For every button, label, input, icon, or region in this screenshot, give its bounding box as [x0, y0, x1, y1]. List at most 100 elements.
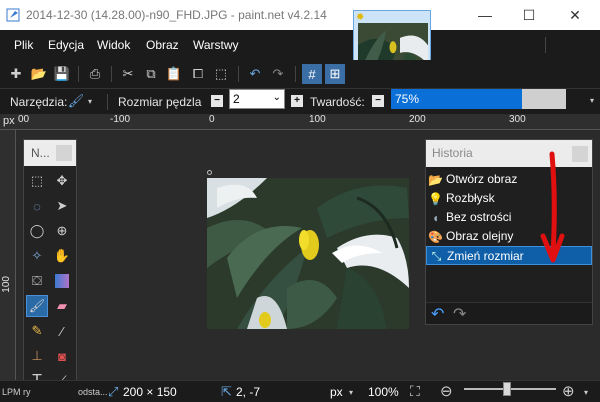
paintbrush-icon[interactable]: 🖌 — [26, 295, 48, 317]
options-overflow-chevron-icon[interactable]: ▾ — [590, 96, 594, 105]
pan-hand-icon[interactable]: ✋ — [51, 245, 73, 267]
separator — [111, 66, 112, 82]
menu-image[interactable]: Obraz — [146, 38, 179, 52]
brush-size-chevron-down-icon[interactable]: ⌄ — [273, 92, 281, 103]
ruler-tick: 200 — [409, 114, 426, 125]
image-size-icon: ⤢ — [108, 384, 119, 399]
ruler-tick: 00 — [18, 114, 30, 125]
new-image-icon[interactable]: ✚ — [6, 64, 26, 84]
menu-view[interactable]: Widok — [97, 38, 130, 52]
history-panel-title: Historia — [432, 146, 473, 160]
paste-icon[interactable]: 📋 — [164, 64, 184, 84]
red-arrow-annotation — [540, 151, 565, 263]
magic-wand-icon[interactable]: ✧ — [26, 245, 48, 267]
history-undo-icon[interactable]: ↶ — [431, 304, 444, 324]
redo-icon[interactable]: ↷ — [268, 64, 288, 84]
zoom-in-icon[interactable]: ⊕ — [562, 382, 575, 400]
separator — [78, 66, 79, 82]
separator — [295, 66, 296, 82]
ellipse-select-icon[interactable]: ◯ — [26, 220, 48, 242]
brush-size-label: Rozmiar pędzla — [118, 95, 202, 109]
vertical-ruler: 100 — [0, 130, 16, 380]
ruler-tick: -100 — [110, 114, 131, 125]
recolor-icon[interactable]: ◙ — [51, 345, 73, 367]
gradient-icon[interactable] — [51, 270, 73, 292]
tools-panel: N... ⬚ ✥ ◌ ➤ ◯ ⊕ ✧ ✋ ⛋ 🖌 ▰ ✎ ⁄ ⊥ ◙ T ⟋ — [23, 139, 77, 402]
separator — [238, 66, 239, 82]
lightbulb-icon: 💡 — [428, 191, 443, 206]
clone-stamp-icon[interactable]: ⊥ — [26, 345, 48, 367]
history-panel-close-button[interactable] — [572, 146, 588, 162]
hardness-slider[interactable]: 75% — [391, 89, 566, 109]
brush-size-input[interactable]: 2 ⌄ — [229, 89, 285, 109]
menu-edit[interactable]: Edycja — [48, 38, 84, 52]
menu-bar: Plik Edycja Widok Obraz Warstwy ▾ ⚒ ◔ ❐ … — [0, 30, 600, 84]
color-picker-icon[interactable]: ⁄ — [51, 320, 73, 342]
maximize-button[interactable]: ☐ — [506, 0, 552, 30]
save-icon[interactable]: 💾 — [52, 64, 72, 84]
history-item-label: Rozbłysk — [446, 191, 495, 205]
tools-label: Narzędzia: — [10, 95, 68, 109]
history-redo-icon[interactable]: ↷ — [453, 304, 466, 324]
menu-file[interactable]: Plik — [14, 38, 33, 52]
brush-tool-icon[interactable]: 🖌 — [66, 91, 86, 111]
toolbar: ✚ 📂 💾 ⎙ ✂ ⧉ 📋 ⧠ ⬚ ↶ ↷ # ⊞ — [0, 60, 600, 88]
zoom-slider-thumb[interactable] — [503, 382, 512, 396]
open-folder-icon[interactable]: 📂 — [29, 64, 49, 84]
brush-size-increase-button[interactable]: + — [291, 95, 303, 107]
history-item-label: Obraz olejny — [446, 229, 514, 243]
eraser-icon[interactable]: ▰ — [51, 295, 73, 317]
hardness-value: 75% — [395, 92, 420, 106]
unit-selector[interactable]: px — [330, 385, 343, 399]
grid-icon[interactable]: # — [302, 64, 322, 84]
hardness-decrease-button[interactable]: − — [372, 95, 384, 107]
menu-layers[interactable]: Warstwy — [193, 38, 239, 52]
print-icon[interactable]: ⎙ — [85, 64, 105, 84]
image-canvas[interactable] — [207, 178, 409, 329]
cut-icon[interactable]: ✂ — [118, 64, 138, 84]
close-button[interactable]: ✕ — [552, 0, 598, 30]
pencil-icon[interactable]: ✎ — [26, 320, 48, 342]
history-item-label: Zmień rozmiar — [447, 249, 524, 263]
separator — [107, 94, 108, 110]
tools-panel-header: N... — [24, 140, 76, 166]
hardness-label: Twardość: — [310, 95, 365, 109]
ruler-tick: 0 — [209, 114, 215, 125]
title-bar: 2014-12-30 (14.28.00)-n90_FHD.JPG - pain… — [0, 0, 600, 30]
lasso-select-icon[interactable]: ◌ — [26, 195, 48, 217]
image-size: 200 × 150 — [123, 385, 177, 399]
status-hint: LPM ry — [2, 387, 31, 397]
resize-handle[interactable] — [207, 170, 212, 175]
copy-icon[interactable]: ⧉ — [141, 64, 161, 84]
brush-size-decrease-button[interactable]: − — [211, 95, 223, 107]
rulers-icon[interactable]: ⊞ — [325, 64, 345, 84]
move-selected-icon[interactable]: ✥ — [51, 170, 73, 192]
ruler-unit: px — [3, 115, 15, 127]
crop-to-selection-icon[interactable]: ⧠ — [188, 64, 208, 84]
zoom-out-icon[interactable]: ⊖ — [440, 382, 453, 400]
ruler-tick: 100 — [1, 276, 12, 293]
rectangle-select-icon[interactable]: ⬚ — [26, 170, 48, 192]
zoom-icon[interactable]: ⊕ — [51, 220, 73, 242]
tools-panel-close-button[interactable] — [56, 145, 72, 161]
move-selection-icon[interactable]: ➤ — [51, 195, 73, 217]
tool-dropdown-chevron-icon[interactable]: ▾ — [88, 97, 92, 106]
ruler-tick: 100 — [309, 114, 326, 125]
paint-bucket-icon[interactable]: ⛋ — [26, 270, 48, 292]
blur-icon: ◖ — [431, 210, 440, 225]
deselect-icon[interactable]: ⬚ — [211, 64, 231, 84]
history-footer: ↶ ↷ — [426, 302, 592, 324]
status-overflow-chevron-icon[interactable]: ▾ — [584, 388, 588, 397]
undo-icon[interactable]: ↶ — [245, 64, 265, 84]
zoom-level[interactable]: 100% — [368, 385, 399, 399]
minimize-button[interactable]: — — [462, 0, 508, 30]
status-hint-2: odsta... — [78, 387, 108, 397]
window-title: 2014-12-30 (14.28.00)-n90_FHD.JPG - pain… — [26, 8, 327, 22]
paint-net-icon — [6, 8, 20, 22]
unit-chevron-down-icon[interactable]: ▾ — [349, 388, 353, 397]
cursor-position-icon: ⇱ — [221, 384, 232, 399]
fit-window-icon[interactable]: ⛶ — [410, 383, 420, 400]
history-item-label: Otwórz obraz — [446, 172, 518, 186]
tools-panel-title: N... — [31, 146, 50, 160]
resize-icon: ⤡ — [431, 249, 442, 263]
